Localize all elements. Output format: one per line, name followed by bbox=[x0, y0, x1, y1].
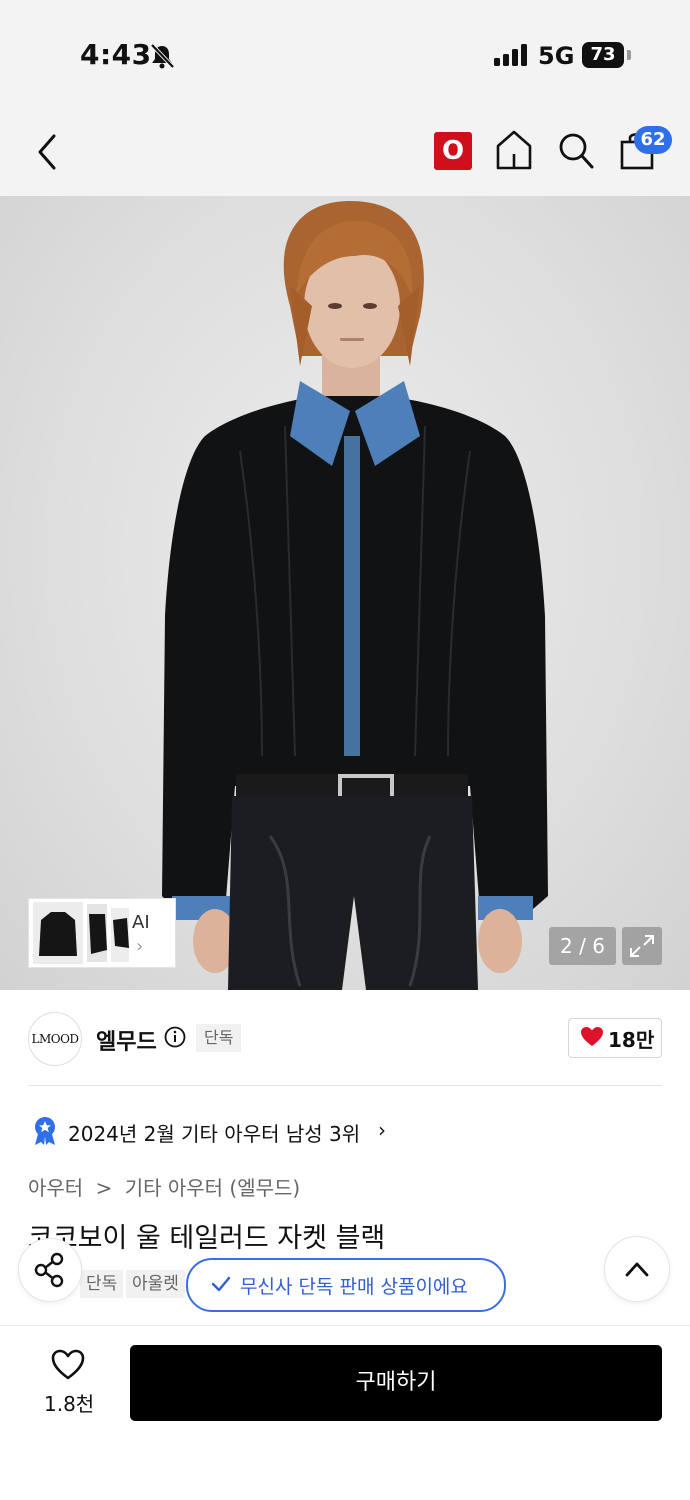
exclusive-tag: 단독 bbox=[196, 1024, 242, 1052]
brand-like-count: 18만 bbox=[608, 1028, 655, 1052]
share-icon bbox=[34, 1252, 64, 1288]
chevron-up-icon bbox=[625, 1262, 649, 1277]
home-icon[interactable] bbox=[494, 128, 534, 172]
battery-tip bbox=[627, 50, 631, 60]
cart-count-badge: 62 bbox=[634, 126, 672, 154]
model-photo bbox=[162, 201, 548, 990]
heart-outline-icon[interactable] bbox=[50, 1348, 86, 1382]
breadcrumb: 아우터 > 기타 아우터 (엘무드) bbox=[28, 1172, 306, 1201]
toast-text: 무신사 단독 판매 상품이에요 bbox=[240, 1276, 468, 1298]
status-time: 4:43 bbox=[80, 38, 152, 71]
brand-name[interactable]: 엘무드 bbox=[96, 1024, 157, 1056]
app-bar: O bbox=[0, 110, 690, 196]
chevron-right-icon: › bbox=[136, 936, 144, 957]
heart-filled-icon bbox=[581, 1027, 603, 1046]
divider bbox=[28, 1085, 662, 1086]
ranking-badge-icon bbox=[35, 1117, 55, 1145]
status-bar: 4:43 5G 73 bbox=[0, 0, 690, 110]
product-tag: 단독 bbox=[80, 1270, 124, 1298]
expand-icon[interactable] bbox=[622, 927, 662, 965]
breadcrumb-separator: > bbox=[95, 1176, 113, 1200]
info-icon[interactable] bbox=[164, 1026, 186, 1048]
ranking-text[interactable]: 2024년 2월 기타 아우터 남성 3위 bbox=[68, 1118, 360, 1147]
brand-logo[interactable]: LMOOD bbox=[28, 1012, 82, 1066]
network-label: 5G bbox=[538, 42, 575, 70]
product-tag: 아울렛 bbox=[126, 1270, 185, 1298]
image-pager: 2 / 6 bbox=[549, 927, 616, 965]
bottom-bar-divider bbox=[0, 1325, 690, 1326]
jacket-thumbnail bbox=[33, 902, 129, 964]
product-title: 코코보이 울 테일러드 자켓 블랙 bbox=[28, 1223, 386, 1254]
chevron-right-icon: › bbox=[378, 1118, 386, 1142]
ai-thumbnail-strip[interactable] bbox=[28, 898, 176, 968]
ai-label: AI bbox=[132, 912, 150, 933]
o-badge-icon[interactable]: O bbox=[434, 132, 472, 170]
back-arrow-icon[interactable] bbox=[32, 130, 64, 174]
signal-icon bbox=[494, 44, 527, 66]
breadcrumb-item[interactable]: 아우터 bbox=[28, 1176, 83, 1200]
product-image[interactable] bbox=[0, 196, 690, 990]
battery-icon: 73 bbox=[582, 42, 624, 68]
check-icon bbox=[211, 1276, 231, 1292]
wish-count: 1.8천 bbox=[44, 1392, 95, 1416]
scroll-top-button[interactable] bbox=[604, 1236, 670, 1302]
muted-bell-icon bbox=[150, 43, 175, 69]
buy-button[interactable]: 구매하기 bbox=[130, 1345, 662, 1421]
exclusive-toast: 무신사 단독 판매 상품이에요 bbox=[186, 1258, 506, 1312]
breadcrumb-item[interactable]: 기타 아우터 (엘무드) bbox=[125, 1176, 301, 1200]
share-button[interactable] bbox=[18, 1238, 82, 1302]
search-icon[interactable] bbox=[556, 130, 596, 172]
